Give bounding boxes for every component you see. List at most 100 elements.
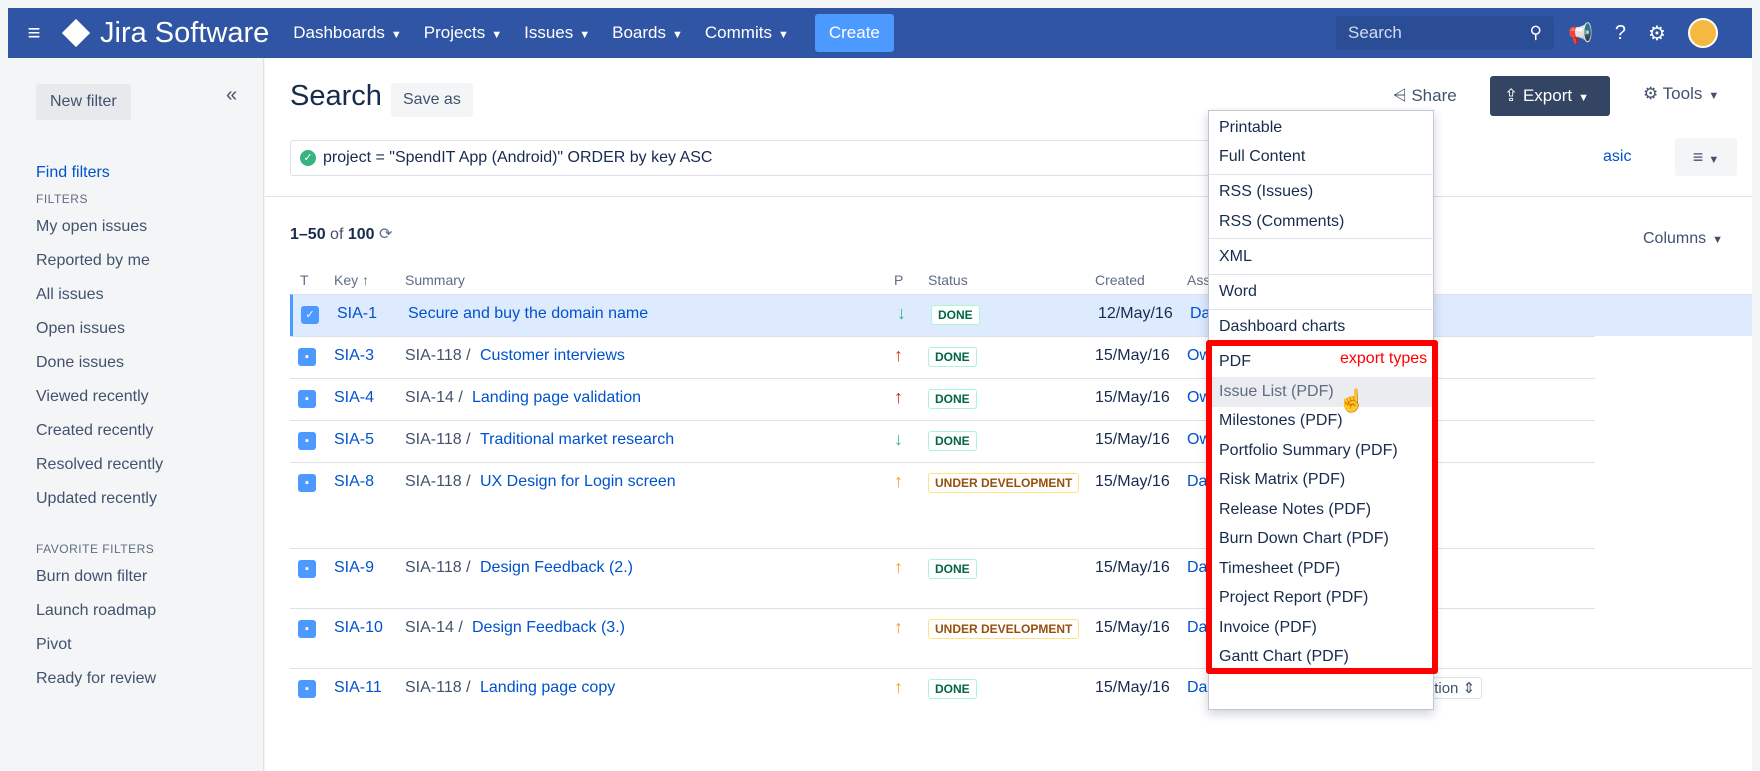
tools-button[interactable]: ⚙ Tools ▼: [1643, 84, 1719, 104]
sidebar-item-resolved-recently[interactable]: Resolved recently: [36, 456, 163, 474]
jql-search-field[interactable]: ✓ project = "SpendIT App (Android)" ORDE…: [290, 140, 1320, 176]
nav-issues[interactable]: Issues ▼: [524, 23, 590, 43]
jql-query: project = "SpendIT App (Android)" ORDER …: [323, 149, 713, 166]
issue-key[interactable]: SIA-5: [334, 431, 374, 449]
priority-icon: ↑: [894, 617, 903, 637]
issue-summary[interactable]: UX Design for Login screen: [480, 473, 676, 491]
search-input[interactable]: Search ⚲: [1336, 16, 1554, 50]
search-icon[interactable]: ⚲: [1530, 23, 1542, 43]
logo-text: Jira Software: [100, 16, 270, 49]
parent-key[interactable]: SIA-118 /: [405, 431, 471, 449]
sidebar-item-ready-for-review[interactable]: Ready for review: [36, 670, 156, 688]
parent-key[interactable]: SIA-118 /: [405, 559, 471, 577]
column-priority[interactable]: P: [894, 272, 903, 288]
issue-summary[interactable]: Landing page validation: [472, 389, 641, 407]
parent-key[interactable]: SIA-14 /: [405, 389, 463, 407]
sidebar: New filter « Find filters FILTERS My ope…: [8, 58, 264, 771]
view-options-button[interactable]: ≡ ▼: [1675, 138, 1737, 176]
menu-item-xml[interactable]: XML: [1219, 248, 1252, 266]
table-row[interactable]: ▪ SIA-11 SIA-118 / Landing page copy ↑ D…: [290, 668, 1752, 728]
issue-summary[interactable]: Landing page copy: [480, 679, 615, 697]
divider: [1209, 238, 1435, 239]
priority-icon: ↓: [897, 303, 906, 323]
issue-key[interactable]: SIA-9: [334, 559, 374, 577]
column-summary[interactable]: Summary: [405, 272, 465, 288]
sidebar-item-burn-down-filter[interactable]: Burn down filter: [36, 568, 147, 586]
new-filter-button[interactable]: New filter: [36, 84, 131, 120]
nav-projects[interactable]: Projects ▼: [424, 23, 502, 43]
sidebar-item-done-issues[interactable]: Done issues: [36, 354, 124, 372]
issue-summary[interactable]: Secure and buy the domain name: [408, 305, 648, 323]
collapse-sidebar-icon[interactable]: «: [226, 84, 237, 107]
sort-icon: ⇕: [1462, 680, 1476, 697]
create-button[interactable]: Create: [814, 14, 894, 52]
status-badge: UNDER DEVELOPMENT: [928, 619, 1080, 639]
refresh-icon[interactable]: ⟳: [379, 226, 392, 243]
parent-key[interactable]: SIA-14 /: [405, 619, 463, 637]
find-filters-link[interactable]: Find filters: [36, 164, 110, 182]
created-date: 15/May/16: [1095, 473, 1170, 490]
share-button[interactable]: ⩤ Share: [1393, 86, 1457, 106]
column-created[interactable]: Created: [1095, 272, 1145, 288]
sidebar-item-all-issues[interactable]: All issues: [36, 286, 104, 304]
sidebar-item-open-issues[interactable]: Open issues: [36, 320, 125, 338]
chevron-down-icon: ▼: [390, 29, 402, 41]
menu-item-printable[interactable]: Printable: [1219, 119, 1282, 137]
jira-diamond-icon: [61, 18, 91, 48]
avatar[interactable]: [1687, 18, 1718, 48]
sidebar-item-viewed-recently[interactable]: Viewed recently: [36, 388, 149, 406]
menu-item-dashboard-charts[interactable]: Dashboard charts: [1219, 318, 1345, 336]
menu-item-full-content[interactable]: Full Content: [1219, 148, 1305, 166]
chevron-down-icon: ▼: [672, 29, 683, 41]
story-icon: ▪: [298, 560, 316, 578]
menu-item-rss-comments[interactable]: RSS (Comments): [1219, 213, 1344, 231]
parent-key[interactable]: SIA-118 /: [405, 347, 471, 365]
table-row[interactable]: ✓ SIA-1 Secure and buy the domain name ↓…: [290, 294, 1752, 336]
issue-key[interactable]: SIA-8: [334, 473, 374, 491]
notifications-icon[interactable]: 📢: [1568, 21, 1593, 46]
nav-dashboards[interactable]: Dashboards ▼: [293, 23, 402, 43]
nav-boards[interactable]: Boards ▼: [612, 23, 683, 43]
issue-key[interactable]: SIA-10: [334, 619, 383, 637]
status-badge: DONE: [928, 431, 977, 451]
checkbox-icon[interactable]: ✓: [301, 306, 319, 324]
parent-key[interactable]: SIA-118 /: [405, 679, 471, 697]
save-as-button[interactable]: Save as: [391, 83, 473, 117]
columns-button[interactable]: Columns ▼: [1643, 230, 1723, 248]
issue-summary[interactable]: Customer interviews: [480, 347, 625, 365]
column-key[interactable]: Key ↑: [334, 272, 369, 288]
table-header: T Key ↑ Summary P Status Created Assigne…: [290, 268, 1752, 294]
column-type[interactable]: T: [300, 272, 309, 288]
sidebar-item-pivot[interactable]: Pivot: [36, 636, 72, 654]
export-button[interactable]: ⇪ Export ▼: [1490, 76, 1610, 116]
jira-logo[interactable]: Jira Software: [60, 17, 269, 50]
chevron-down-icon: ▼: [1708, 90, 1720, 102]
filters-heading: FILTERS: [36, 192, 88, 206]
sidebar-item-launch-roadmap[interactable]: Launch roadmap: [36, 602, 156, 620]
issue-summary[interactable]: Design Feedback (3.): [472, 619, 625, 637]
help-icon[interactable]: ?: [1615, 22, 1626, 45]
parent-key[interactable]: SIA-118 /: [405, 473, 471, 491]
sidebar-item-reported-by-me[interactable]: Reported by me: [36, 252, 150, 270]
priority-icon: ↑: [894, 471, 903, 491]
issue-summary[interactable]: Design Feedback (2.): [480, 559, 633, 577]
menu-icon[interactable]: ≡: [8, 20, 60, 46]
issue-summary[interactable]: Traditional market research: [480, 431, 674, 449]
highlight-box: [1206, 340, 1438, 674]
menu-item-word[interactable]: Word: [1219, 283, 1257, 301]
menu-item-rss-issues[interactable]: RSS (Issues): [1219, 183, 1313, 201]
story-icon: ▪: [298, 348, 316, 366]
story-icon: ▪: [298, 680, 316, 698]
created-date: 15/May/16: [1095, 389, 1170, 406]
issue-key[interactable]: SIA-11: [334, 679, 382, 697]
issue-key[interactable]: SIA-4: [334, 389, 374, 407]
basic-search-link[interactable]: asic: [1603, 148, 1631, 166]
issue-key[interactable]: SIA-3: [334, 347, 374, 365]
column-status[interactable]: Status: [928, 272, 968, 288]
settings-icon[interactable]: ⚙: [1648, 21, 1666, 46]
sidebar-item-updated-recently[interactable]: Updated recently: [36, 490, 157, 508]
sidebar-item-my-open-issues[interactable]: My open issues: [36, 218, 147, 236]
sidebar-item-created-recently[interactable]: Created recently: [36, 422, 153, 440]
nav-commits[interactable]: Commits ▼: [705, 23, 789, 43]
issue-key[interactable]: SIA-1: [337, 305, 377, 323]
